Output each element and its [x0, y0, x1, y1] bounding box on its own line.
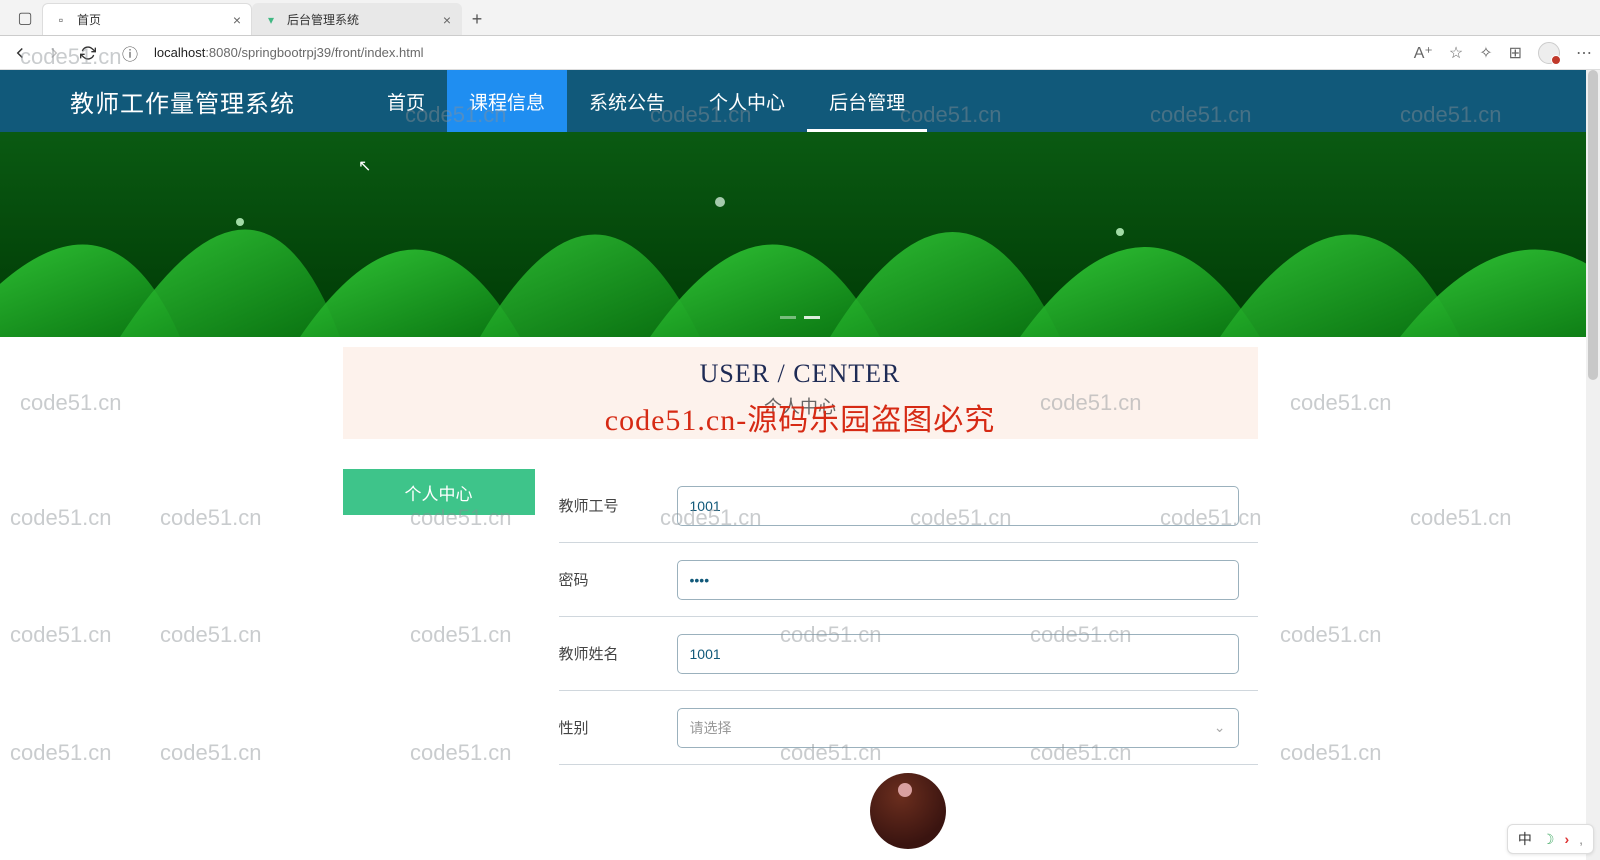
tab-actions-icon[interactable]: ▢ [8, 1, 42, 35]
tab-title: 后台管理系统 [287, 11, 359, 28]
nav-home[interactable]: 首页 [365, 70, 447, 132]
section-header: USER / CENTER 个人中心 [343, 347, 1258, 439]
favorites-icon[interactable]: ✧ [1479, 43, 1492, 63]
close-icon[interactable]: × [233, 12, 241, 28]
row-teacher-id: 教师工号 [559, 469, 1258, 543]
back-button[interactable] [8, 41, 32, 65]
label-password: 密码 [559, 569, 677, 590]
page-favicon-icon: ▫ [53, 12, 69, 28]
vue-favicon-icon: ▾ [263, 12, 279, 28]
nav-announcements[interactable]: 系统公告 [567, 70, 687, 132]
row-gender: 性别 请选择 ⌄ [559, 691, 1258, 765]
sidebar-profile-button[interactable]: 个人中心 [343, 469, 535, 515]
comma-icon: , [1579, 831, 1583, 847]
collections-icon[interactable]: ⊞ [1509, 43, 1522, 63]
moon-icon: ☽ [1542, 831, 1555, 848]
read-aloud-icon[interactable]: A⁺ [1414, 43, 1433, 63]
input-teacher-id[interactable] [677, 486, 1239, 526]
new-tab-button[interactable]: + [462, 3, 492, 35]
hero-banner: ↖ [0, 132, 1600, 337]
nav-course-info[interactable]: 课程信息 [447, 70, 567, 132]
profile-avatar[interactable] [1538, 42, 1560, 64]
label-teacher-id: 教师工号 [559, 495, 677, 516]
nav-admin[interactable]: 后台管理 [807, 70, 927, 132]
cursor-icon: ↖ [358, 156, 371, 176]
refresh-button[interactable] [76, 41, 100, 65]
star-icon[interactable]: ☆ [1449, 43, 1463, 63]
tab-title: 首页 [77, 11, 101, 28]
row-password: 密码 [559, 543, 1258, 617]
chevron-down-icon: ⌄ [1214, 719, 1226, 736]
url-text[interactable]: localhost:8080/springbootrpj39/front/ind… [154, 45, 424, 60]
label-teacher-name: 教师姓名 [559, 643, 677, 664]
vertical-scrollbar[interactable] [1586, 70, 1600, 860]
avatar-image[interactable] [870, 773, 946, 849]
input-password[interactable] [677, 560, 1239, 600]
page-content: USER / CENTER 个人中心 个人中心 教师工号 密码 教师姓名 性别 [0, 337, 1600, 849]
row-teacher-name: 教师姓名 [559, 617, 1258, 691]
site-info-icon[interactable]: ⓘ [118, 41, 142, 65]
menu-icon[interactable]: ⋯ [1576, 43, 1592, 63]
section-title-en: USER / CENTER [343, 359, 1258, 389]
label-gender: 性别 [559, 717, 677, 738]
forward-button [42, 41, 66, 65]
select-gender[interactable]: 请选择 ⌄ [677, 708, 1239, 748]
ime-lang: 中 [1518, 829, 1532, 849]
tab-1[interactable]: ▫ 首页 × [42, 3, 252, 35]
brand-title: 教师工作量管理系统 [70, 84, 295, 119]
browser-tab-strip: ▢ ▫ 首页 × ▾ 后台管理系统 × + [0, 0, 1600, 36]
select-placeholder: 请选择 [690, 718, 732, 738]
nav-profile[interactable]: 个人中心 [687, 70, 807, 132]
top-nav: 教师工作量管理系统 首页 课程信息 系统公告 个人中心 后台管理 [0, 70, 1600, 132]
section-title-cn: 个人中心 [343, 393, 1258, 419]
input-teacher-name[interactable] [677, 634, 1239, 674]
close-icon[interactable]: × [443, 12, 451, 28]
carousel-dots[interactable] [780, 316, 820, 319]
tab-2[interactable]: ▾ 后台管理系统 × [252, 3, 462, 35]
address-bar: ⓘ localhost:8080/springbootrpj39/front/i… [0, 36, 1600, 70]
ime-indicator[interactable]: 中 ☽ › , [1507, 824, 1594, 854]
chevron-right-icon: › [1564, 831, 1569, 847]
